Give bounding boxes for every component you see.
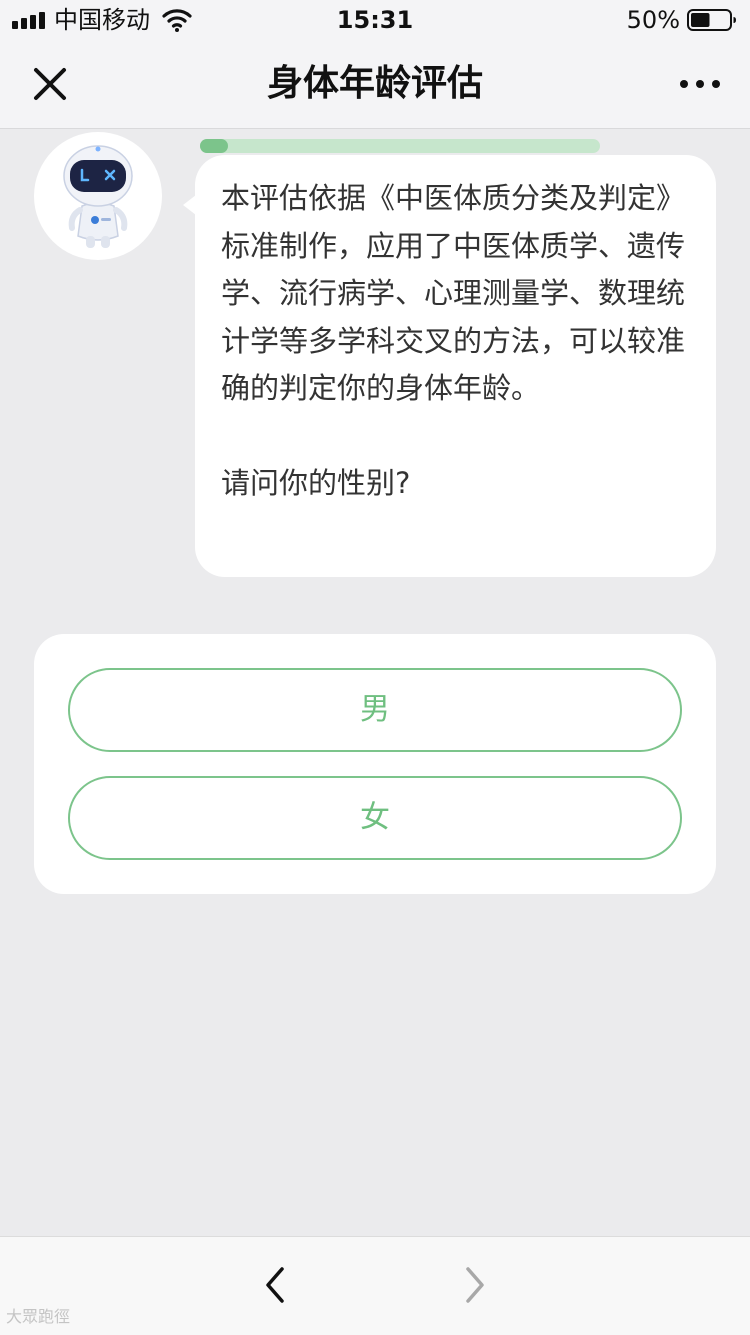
bottom-toolbar [0, 1236, 750, 1335]
status-bar: 中国移动 15:31 50% [0, 0, 750, 40]
more-icon[interactable] [672, 62, 728, 106]
chevron-left-icon[interactable] [258, 1265, 294, 1305]
nav-bar: 身体年龄评估 [0, 40, 750, 129]
intro-message: 本评估依据《中医体质分类及判定》标准制作，应用了中医体质学、遗传学、流行病学、心… [221, 181, 686, 405]
chevron-right-icon [466, 1267, 484, 1303]
watermark: 大眾跑徑 [6, 1307, 71, 1326]
assessment-progress-bar [200, 139, 600, 153]
gender-question: 请问你的性别? [221, 465, 411, 500]
progress-fill [200, 139, 228, 153]
robot-avatar-icon [34, 132, 162, 260]
option-male-button[interactable]: 男 [68, 668, 682, 752]
bot-message-bubble: 本评估依据《中医体质分类及判定》标准制作，应用了中医体质学、遗传学、流行病学、心… [183, 155, 716, 577]
battery-icon [687, 9, 736, 31]
options-card: 男 女 [34, 634, 716, 894]
battery-percent: 50% [626, 6, 680, 34]
option-female-button[interactable]: 女 [68, 776, 682, 860]
bubble-tail [183, 195, 196, 215]
page-title: 身体年龄评估 [266, 63, 483, 104]
